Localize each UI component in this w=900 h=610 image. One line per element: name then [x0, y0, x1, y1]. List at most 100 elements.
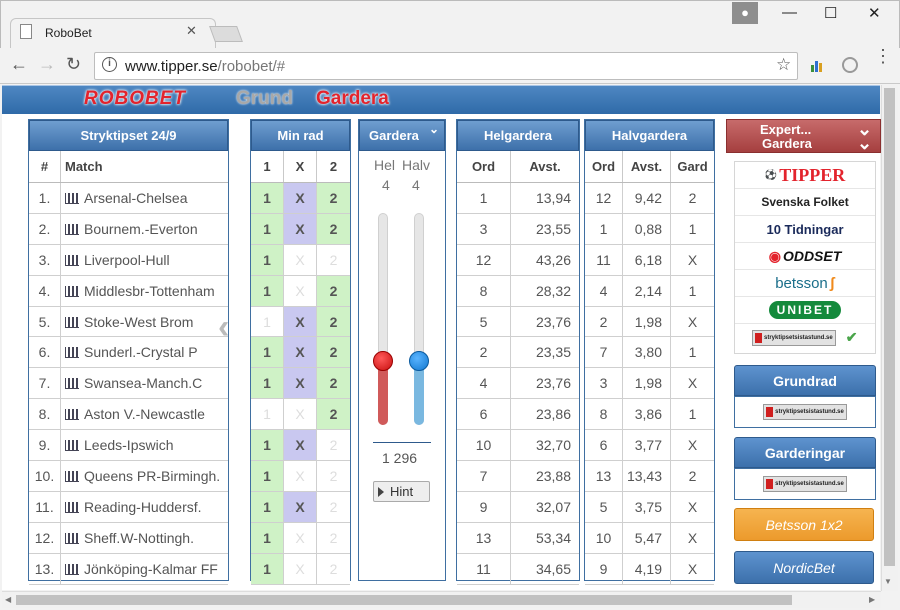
scroll-left-arrow-icon[interactable]: ◀	[5, 595, 11, 604]
match-name[interactable]: Reading-Huddersf.	[61, 492, 228, 522]
user-profile-icon[interactable]: ●	[732, 2, 758, 24]
match-row[interactable]: 6. Sunderl.-Crystal P	[29, 337, 228, 369]
tipster-sistastund[interactable]: stryktipsetsistastund.se ✔	[735, 324, 875, 351]
garderingar-source[interactable]: stryktipsetsistastund.se	[734, 468, 876, 500]
pick-2-cell[interactable]: 2	[317, 399, 350, 430]
pick-1-cell[interactable]: 1	[251, 399, 284, 430]
nav-grund[interactable]: Grund	[236, 88, 293, 110]
pick-2-cell[interactable]: 2	[317, 337, 350, 368]
match-name[interactable]: Middlesbr-Tottenham	[61, 276, 228, 306]
betsson-1x2-button[interactable]: Betsson 1x2	[734, 508, 874, 541]
grundrad-source[interactable]: stryktipsetsistastund.se	[734, 396, 876, 428]
nav-gardera[interactable]: Gardera	[316, 88, 389, 110]
address-bar[interactable]: www.tipper.se/robobet/#	[94, 52, 798, 80]
match-name[interactable]: Swansea-Manch.C	[61, 368, 228, 398]
stats-chart-icon[interactable]	[65, 563, 79, 575]
pick-x-cell[interactable]: X	[284, 522, 317, 553]
stats-chart-icon[interactable]	[65, 532, 79, 544]
scroll-right-arrow-icon[interactable]: ▶	[869, 595, 875, 604]
pick-x-cell[interactable]: X	[284, 183, 317, 213]
maximize-icon[interactable]: ☐	[824, 4, 837, 22]
match-name[interactable]: Bournem.-Everton	[61, 214, 228, 244]
pick-1-cell[interactable]: 1	[251, 337, 284, 368]
match-row[interactable]: 10. Queens PR-Birmingh.	[29, 461, 228, 492]
pick-2-cell[interactable]: 2	[317, 491, 350, 522]
pick-2-cell[interactable]: 2	[317, 306, 350, 337]
pick-1-cell[interactable]: 1	[251, 522, 284, 553]
bookmark-star-icon[interactable]: ☆	[776, 55, 791, 75]
tipster-tipper[interactable]: ⚽ TIPPER	[735, 162, 875, 189]
gardera-chevron-icon[interactable]: ⌄	[429, 122, 439, 136]
pick-1-cell[interactable]: 1	[251, 275, 284, 306]
pick-1-cell[interactable]: 1	[251, 213, 284, 244]
pick-1-cell[interactable]: 1	[251, 368, 284, 399]
halv-slider-track[interactable]	[414, 213, 424, 425]
match-name[interactable]: Stoke-West Brom	[61, 307, 228, 337]
tab-close-icon[interactable]: ✕	[186, 23, 197, 39]
vertical-scroll-thumb[interactable]	[884, 88, 895, 566]
pick-1-cell[interactable]: 1	[251, 306, 284, 337]
minimize-icon[interactable]: —	[782, 4, 797, 21]
pick-2-cell[interactable]: 2	[317, 430, 350, 461]
stats-chart-icon[interactable]	[65, 193, 79, 204]
match-name[interactable]: Leeds-Ipswich	[61, 430, 228, 460]
pick-2-cell[interactable]: 2	[317, 461, 350, 491]
expert-gardera-header[interactable]: Expert... Gardera ⌄ ⌄	[726, 119, 881, 153]
pick-2-cell[interactable]: 2	[317, 553, 350, 584]
tipster-betsson[interactable]: betsson ʃ	[735, 270, 875, 297]
stats-chart-icon[interactable]	[65, 471, 79, 483]
stats-chart-icon[interactable]	[65, 254, 79, 266]
match-name[interactable]: Aston V.-Newcastle	[61, 399, 228, 429]
info-icon[interactable]: i	[102, 57, 117, 72]
tipster-unibet[interactable]: UNIBET	[735, 297, 875, 324]
match-name[interactable]: Arsenal-Chelsea	[61, 183, 228, 213]
tipster-oddset[interactable]: ◉ ODDSET	[735, 243, 875, 270]
back-arrow-icon[interactable]: ←	[10, 54, 28, 75]
pick-2-cell[interactable]: 2	[317, 368, 350, 399]
match-row[interactable]: 8. Aston V.-Newcastle	[29, 399, 228, 431]
stats-chart-icon[interactable]	[65, 223, 79, 235]
match-row[interactable]: 4. Middlesbr-Tottenham	[29, 275, 228, 307]
pick-x-cell[interactable]: X	[284, 275, 317, 306]
hel-slider-track[interactable]	[378, 213, 388, 425]
stats-chart-icon[interactable]	[65, 347, 79, 359]
pick-2-cell[interactable]: 2	[317, 244, 350, 275]
pick-1-cell[interactable]: 1	[251, 491, 284, 522]
stats-chart-icon[interactable]	[65, 285, 79, 297]
match-row[interactable]: 5. Stoke-West Brom	[29, 306, 228, 338]
pick-2-cell[interactable]: 2	[317, 213, 350, 244]
pick-2-cell[interactable]: 2	[317, 183, 350, 213]
pick-x-cell[interactable]: X	[284, 306, 317, 337]
stats-chart-icon[interactable]	[65, 409, 79, 421]
match-row[interactable]: 9. Leeds-Ipswich	[29, 430, 228, 462]
scroll-down-arrow-icon[interactable]: ▼	[884, 577, 892, 586]
extension-circle-icon[interactable]	[842, 57, 858, 73]
pick-1-cell[interactable]: 1	[251, 430, 284, 461]
halv-slider-handle[interactable]	[409, 351, 429, 371]
garderingar-button[interactable]: Garderingar	[734, 437, 876, 468]
reload-icon[interactable]: ↻	[66, 54, 81, 75]
stats-chart-icon[interactable]	[65, 378, 79, 390]
tipster-svenska-folket[interactable]: Svenska Folket	[735, 189, 875, 216]
pick-x-cell[interactable]: X	[284, 399, 317, 430]
forward-arrow-icon[interactable]: →	[38, 54, 56, 75]
pick-2-cell[interactable]: 2	[317, 522, 350, 553]
pick-x-cell[interactable]: X	[284, 244, 317, 275]
match-row[interactable]: 13. Jönköping-Kalmar FF	[29, 553, 228, 585]
match-row[interactable]: 1. Arsenal-Chelsea	[29, 183, 228, 214]
match-row[interactable]: 11. Reading-Huddersf.	[29, 491, 228, 523]
match-name[interactable]: Sheff.W-Nottingh.	[61, 523, 228, 553]
pick-x-cell[interactable]: X	[284, 368, 317, 399]
stats-chart-icon[interactable]	[65, 501, 79, 513]
pick-2-cell[interactable]: 2	[317, 275, 350, 306]
pick-1-cell[interactable]: 1	[251, 553, 284, 584]
extension-chart-icon[interactable]	[810, 58, 824, 72]
match-name[interactable]: Liverpool-Hull	[61, 245, 228, 275]
nordicbet-button[interactable]: NordicBet	[734, 551, 874, 584]
pick-1-cell[interactable]: 1	[251, 461, 284, 491]
robobet-logo[interactable]: ROBOBET	[84, 88, 186, 110]
match-row[interactable]: 2. Bournem.-Everton	[29, 213, 228, 245]
horizontal-scroll-thumb[interactable]	[16, 595, 792, 605]
match-row[interactable]: 3. Liverpool-Hull	[29, 244, 228, 276]
pick-1-cell[interactable]: 1	[251, 183, 284, 213]
